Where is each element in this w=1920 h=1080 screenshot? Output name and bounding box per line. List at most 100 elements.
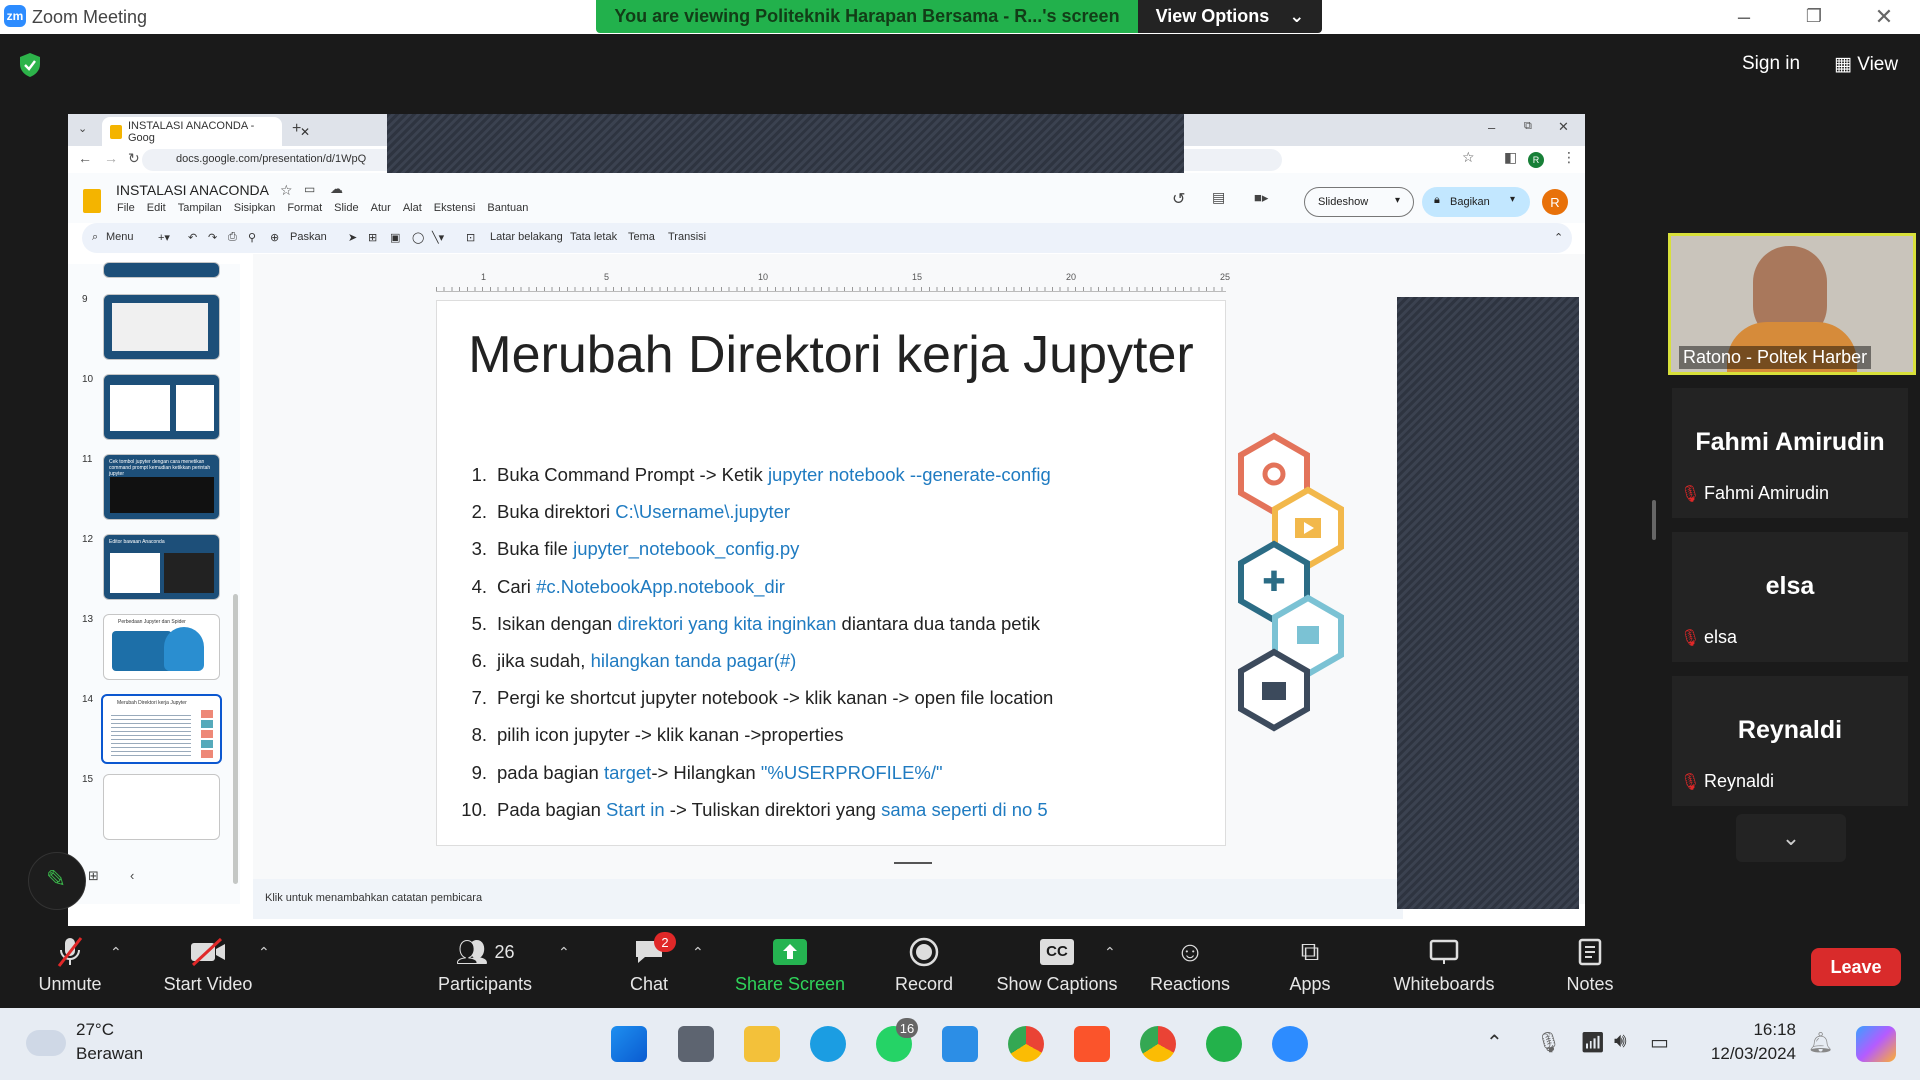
current-slide[interactable]: Merubah Direktori kerja Jupyter 1. Buka C… [436,300,1344,846]
thumbnail-scrollbar[interactable] [233,594,238,884]
new-tab-icon[interactable]: + [292,120,301,138]
zoom-taskbar-icon[interactable] [1272,1026,1308,1062]
chrome-profile-icon[interactable] [1140,1026,1176,1062]
select-tool-icon[interactable]: ➤ [348,231,357,244]
meet-icon[interactable]: ■▸ [1254,190,1268,206]
comments-icon[interactable]: ▤ [1212,189,1225,206]
slide-thumbnail[interactable]: Perbedaan Jupyter dan Spider [103,614,220,680]
shape-icon[interactable]: ◯ [412,231,424,244]
slideshow-dropdown-icon[interactable]: ▾ [1395,195,1400,206]
unmute-button[interactable]: Unmute [20,930,120,1008]
weather-desc[interactable]: Berawan [76,1044,143,1064]
annotate-pen-button[interactable]: ✎ [28,852,86,910]
image-icon[interactable]: ▣ [390,231,400,244]
user-avatar[interactable]: R [1542,189,1568,215]
windows-start-icon[interactable] [611,1026,647,1062]
app-ring-icon[interactable] [1206,1026,1242,1062]
search-menu-icon[interactable]: ⌕ [92,231,98,244]
menu-help[interactable]: Bantuan [487,202,528,214]
share-dropdown-icon[interactable]: ▾ [1510,194,1515,205]
grid-view-icon[interactable]: ⊞ [88,868,99,884]
minimize-icon[interactable]: – [1724,4,1764,30]
participant-tile[interactable]: Fahmi Amirudin 🎙︎ Fahmi Amirudin [1672,388,1908,518]
menu-arrange[interactable]: Atur [371,202,391,214]
chrome-icon[interactable] [1008,1026,1044,1062]
weather-temp[interactable]: 27°C [76,1020,114,1040]
vscode-icon[interactable] [942,1026,978,1062]
security-shield-icon[interactable] [18,52,42,78]
view-button[interactable]: ▦ View [1834,53,1898,76]
layout-button[interactable]: Tata letak [570,231,617,243]
weather-cloud-icon[interactable] [26,1030,66,1056]
menu-slide[interactable]: Slide [334,202,358,214]
slide-thumbnail-active[interactable]: Merubah Direktori kerja Jupyter [101,694,222,764]
participant-tile[interactable]: elsa 🎙︎ elsa [1672,532,1908,662]
undo-icon[interactable]: ↶ [188,231,197,244]
paint-format-icon[interactable]: ⚲ [248,231,256,244]
menu-file[interactable]: File [117,202,135,214]
slide-thumbnail[interactable]: Editor bawaan Anaconda [103,534,220,600]
browser-close-icon[interactable]: ✕ [1558,119,1569,135]
redo-icon[interactable]: ↷ [208,231,217,244]
record-button[interactable]: Record [874,930,974,1008]
background-button[interactable]: Latar belakang [490,231,563,243]
volume-icon[interactable]: 🔊︎ [1614,1030,1627,1053]
steps-list[interactable]: 1. Buka Command Prompt -> Ketik jupyter n… [457,456,1053,828]
hexagon-icons-graphic[interactable]: ✚ [1237,431,1397,811]
forward-icon[interactable]: → [104,150,118,166]
browser-menu-icon[interactable]: ⋮ [1562,149,1576,166]
move-folder-icon[interactable]: ▭ [304,182,315,196]
tab-close-icon[interactable]: ✕ [300,125,310,139]
sign-in-button[interactable]: Sign in [1742,53,1800,75]
menu-edit[interactable]: Edit [147,202,166,214]
history-icon[interactable]: ↺ [1172,189,1185,209]
side-panel-icon[interactable]: ◧ [1504,149,1517,166]
whiteboards-button[interactable]: Whiteboards [1386,930,1502,1008]
slides-logo-icon[interactable] [83,189,101,213]
menu-insert[interactable]: Sisipkan [234,202,276,214]
close-icon[interactable]: ✕ [1864,4,1904,30]
file-explorer-icon[interactable] [744,1026,780,1062]
line-icon[interactable]: ╲▾ [432,231,444,244]
browser-maximize-icon[interactable]: ⧉ [1524,120,1532,133]
audio-options-caret-icon[interactable]: ⌃ [110,944,122,961]
menu-extensions[interactable]: Ekstensi [434,202,476,214]
leave-button[interactable]: Leave [1811,948,1901,986]
textbox-icon[interactable]: ⊞ [368,231,377,244]
share-button[interactable]: 🔒︎ Bagikan ▾ [1422,187,1530,217]
star-icon[interactable]: ☆ [280,182,293,199]
more-participants-button[interactable]: ⌄ [1736,814,1846,862]
reactions-button[interactable]: ☺︎ Reactions [1140,930,1240,1008]
profile-avatar[interactable]: R [1528,152,1544,168]
slide-thumbnail[interactable] [103,294,220,360]
view-options-button[interactable]: View Options ⌄ [1138,0,1322,33]
menu-format[interactable]: Format [287,202,322,214]
reload-icon[interactable]: ↻ [128,150,140,167]
print-icon[interactable]: ⎙ [228,231,237,244]
collapse-toolbar-icon[interactable]: ⌃ [1554,231,1563,244]
zoom-icon[interactable]: ⊕ [270,231,279,244]
collapse-panel-icon[interactable]: ‹ [130,868,134,883]
slide-thumbnail[interactable]: Cek tombol jupyter dengan cara menetikan… [103,454,220,520]
chat-button[interactable]: Chat 2 [604,930,694,1008]
video-options-caret-icon[interactable]: ⌃ [258,944,270,961]
copilot-icon[interactable] [1856,1026,1896,1062]
participants-button[interactable]: 👥︎ 26 Participants [430,930,540,1008]
brave-icon[interactable] [1074,1026,1110,1062]
browser-minimize-icon[interactable]: – [1488,120,1495,135]
participants-caret-icon[interactable]: ⌃ [558,944,570,961]
menu-view[interactable]: Tampilan [178,202,222,214]
start-video-button[interactable]: Start Video [150,930,266,1008]
panel-resize-handle[interactable] [1652,500,1656,540]
show-captions-button[interactable]: CC Show Captions [990,930,1124,1008]
wifi-icon[interactable]: 📶︎ [1580,1030,1605,1055]
notification-bell-icon[interactable]: 🔔︎ [1808,1030,1833,1055]
captions-caret-icon[interactable]: ⌃ [1104,944,1116,961]
slide-title[interactable]: Merubah Direktori kerja Jupyter [437,325,1225,385]
notes-button[interactable]: Notes [1544,930,1636,1008]
battery-icon[interactable]: ▭ [1650,1030,1669,1055]
chat-caret-icon[interactable]: ⌃ [692,944,704,961]
slide-thumbnail[interactable] [103,774,220,840]
menu-search-label[interactable]: Menu [106,231,134,243]
active-speaker-video[interactable]: Ratono - Poltek Harber [1668,233,1916,375]
